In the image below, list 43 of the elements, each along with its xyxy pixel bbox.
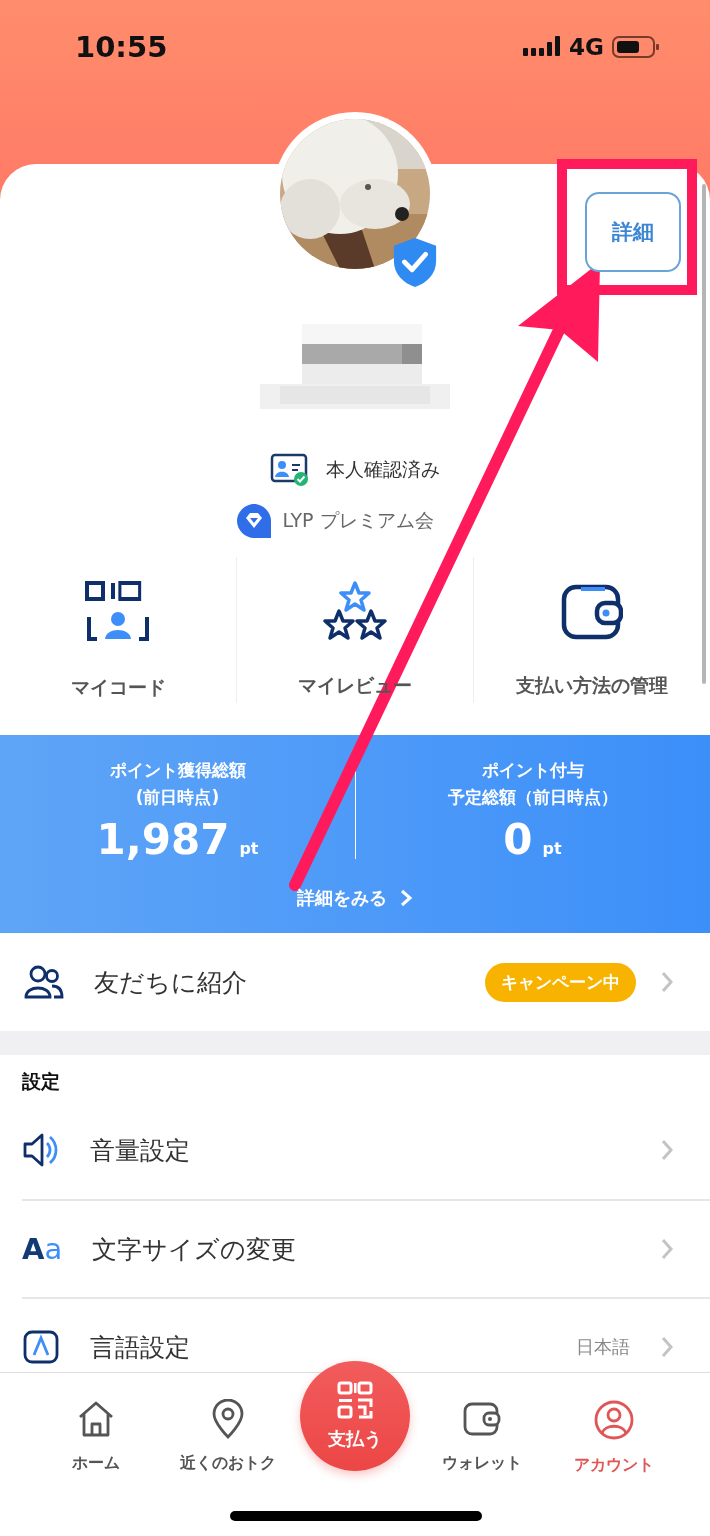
- chevron-icon: [660, 1138, 674, 1162]
- location-pin-icon: [211, 1399, 245, 1439]
- settings-value: 日本語: [576, 1335, 630, 1359]
- points-value: 0: [503, 815, 533, 864]
- settings-item[interactable]: 音量設定: [90, 1133, 630, 1167]
- chevron-icon: [399, 888, 413, 908]
- shortcut-label[interactable]: 支払い方法の管理: [516, 673, 668, 699]
- membership-label: LYP プレミアム会: [282, 508, 434, 533]
- account-icon: [593, 1399, 635, 1441]
- language-icon: [22, 1329, 60, 1365]
- qr-code-icon: [335, 1381, 375, 1421]
- chevron-icon: [660, 970, 674, 994]
- stars-icon[interactable]: [322, 581, 388, 641]
- id-card-icon: [270, 453, 310, 487]
- nav-tab[interactable]: アカウント: [554, 1373, 674, 1536]
- chevron-icon: [660, 1237, 674, 1261]
- chevron-icon: [660, 1335, 674, 1359]
- signal-icon: [523, 36, 562, 58]
- status-time: 10:55: [75, 30, 168, 64]
- points-value: 1,987: [96, 815, 230, 864]
- invite-friends-label[interactable]: 友だちに紹介: [94, 965, 455, 999]
- details-button[interactable]: 詳細: [585, 192, 681, 272]
- nav-tab[interactable]: 近くのおトク: [168, 1373, 288, 1536]
- campaign-badge: キャンペーン中: [485, 962, 636, 1002]
- settings-item[interactable]: 文字サイズの変更: [92, 1232, 630, 1266]
- points-unit: pt: [239, 839, 259, 858]
- speaker-icon: [22, 1132, 60, 1168]
- people-icon: [24, 965, 64, 999]
- points-unit: pt: [542, 839, 562, 858]
- nav-tab[interactable]: ホーム: [36, 1373, 156, 1536]
- qr-code-icon[interactable]: [85, 581, 151, 643]
- text-size-icon: Aa: [22, 1232, 62, 1266]
- points-title: ポイント獲得総額 (前日時点): [109, 759, 246, 809]
- network-label: 4G: [569, 34, 604, 60]
- diamond-badge-icon: [236, 503, 273, 539]
- verified-label: 本人確認済み: [326, 457, 440, 482]
- battery-icon: [612, 35, 660, 59]
- shortcut-label[interactable]: マイコード: [70, 675, 166, 701]
- nav-tab[interactable]: 支払う: [300, 1361, 410, 1471]
- points-title: ポイント付与 予定総額（前日時点）: [447, 759, 618, 809]
- nav-tab[interactable]: ウォレット: [422, 1373, 542, 1536]
- settings-item[interactable]: 言語設定: [90, 1330, 546, 1364]
- section-heading: 設定: [22, 1069, 61, 1094]
